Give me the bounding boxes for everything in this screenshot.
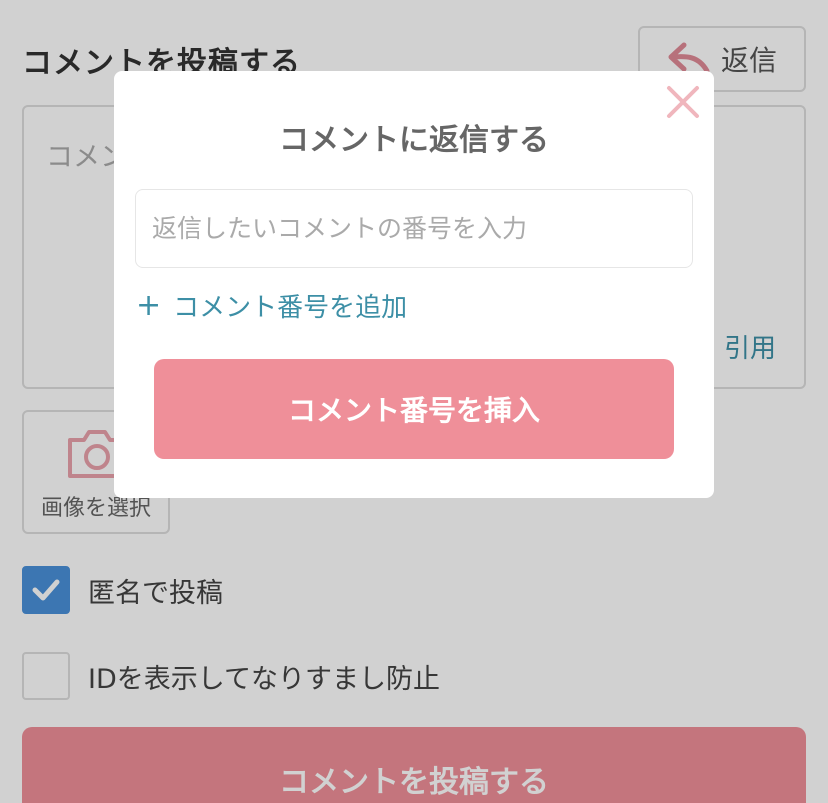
- add-comment-number-label: コメント番号を追加: [173, 293, 408, 323]
- insert-comment-number-button[interactable]: コメント番号を挿入: [154, 359, 674, 459]
- plus-icon: +: [136, 287, 162, 323]
- comment-number-input[interactable]: [135, 189, 693, 268]
- modal-title: コメントに返信する: [279, 123, 549, 158]
- reply-modal: コメントに返信する + コメント番号を追加 コメント番号を挿入: [114, 71, 714, 498]
- add-comment-number-link[interactable]: + コメント番号を追加: [136, 287, 407, 324]
- close-icon[interactable]: [666, 85, 700, 119]
